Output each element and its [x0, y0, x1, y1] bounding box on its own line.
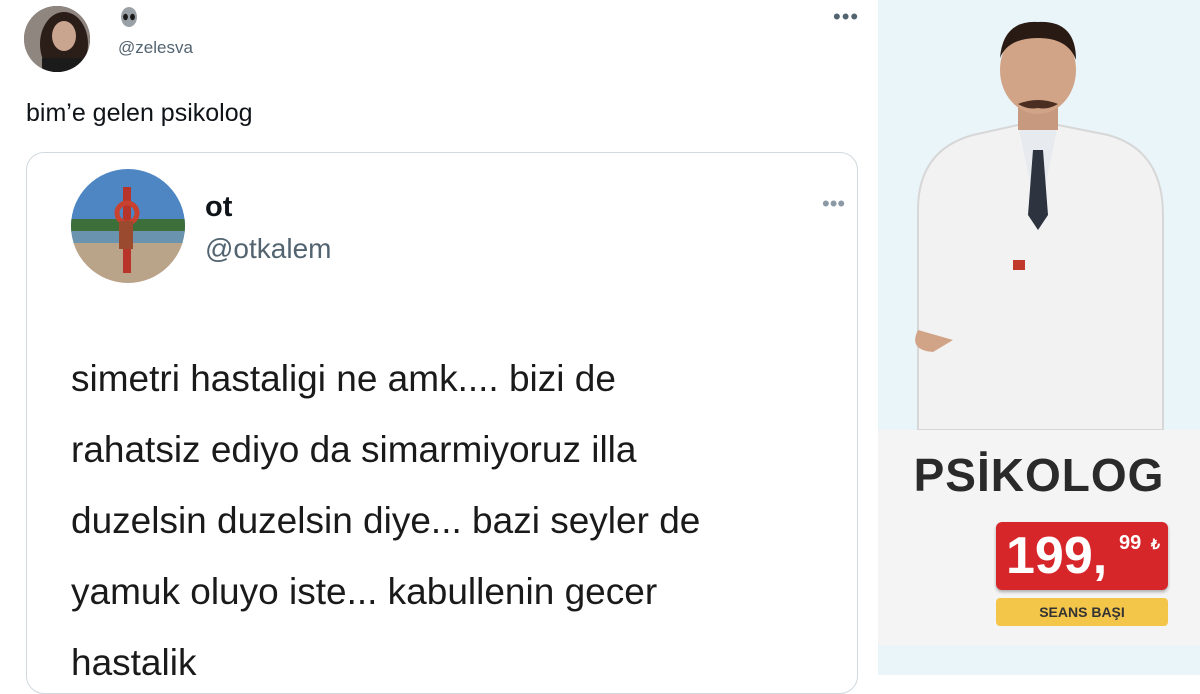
quoted-tweet-text: simetri hastaligi ne amk.... bizi de rah…: [71, 358, 701, 683]
author-handle[interactable]: @zelesva: [118, 38, 193, 58]
alien-icon: [121, 7, 137, 27]
price-tag-area: PSİKOLOG 199, 99 ₺ SEANS BAŞI: [878, 430, 1200, 645]
ad-panel: PSİKOLOG 199, 99 ₺ SEANS BAŞI: [878, 0, 1200, 675]
ad-title: PSİKOLOG: [913, 449, 1165, 501]
psychologist-photo: [878, 0, 1200, 430]
price-cents: 99: [1119, 532, 1142, 554]
price-main: 199,: [1006, 527, 1108, 585]
avatar[interactable]: [24, 6, 90, 72]
quoted-avatar[interactable]: [71, 169, 185, 283]
quoted-author-name[interactable]: ot: [205, 191, 232, 224]
tweet-text: bim’e gelen psikolog: [26, 99, 253, 127]
quoted-tweet-card[interactable]: ot @otkalem ••• simetri hastaligi ne amk…: [26, 152, 858, 694]
tweet-panel: @zelesva ••• bim’e gelen psikolog ot @ot…: [0, 0, 878, 694]
quoted-author-handle[interactable]: @otkalem: [205, 233, 331, 265]
price-badge: 199, 99 ₺: [996, 522, 1168, 590]
more-icon[interactable]: •••: [833, 4, 859, 30]
session-label: SEANS BAŞI: [996, 598, 1168, 626]
more-icon[interactable]: •••: [822, 191, 845, 217]
currency-symbol: ₺: [1151, 536, 1160, 552]
